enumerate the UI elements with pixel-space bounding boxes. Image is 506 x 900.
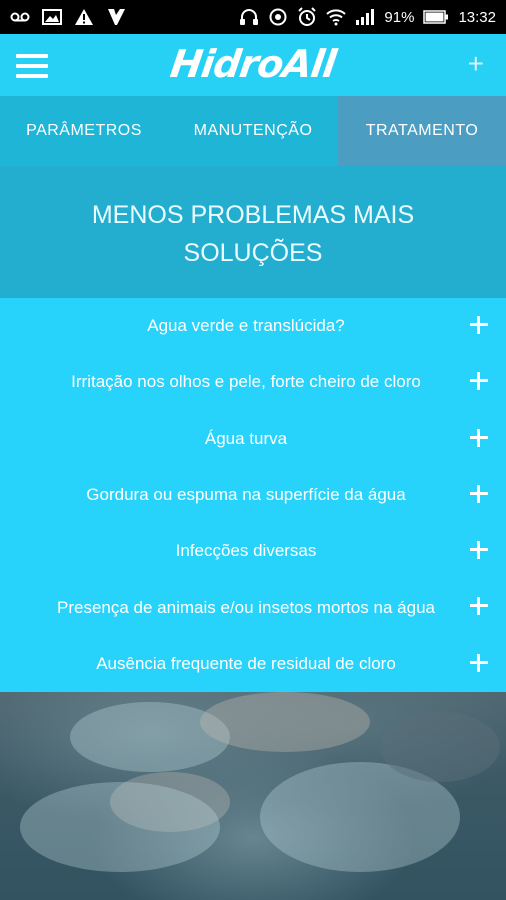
headphones-icon [239, 7, 259, 27]
app-logo: HidroAll [167, 42, 339, 86]
list-item[interactable]: Água turva [0, 411, 506, 467]
expand-plus-icon[interactable] [470, 428, 488, 447]
image-icon [42, 7, 62, 27]
section-title: MENOS PROBLEMAS MAIS SOLUÇÕES [91, 201, 415, 267]
wifi-icon [326, 7, 347, 27]
tab-manutencao[interactable]: MANUTENÇÃO [168, 96, 338, 166]
expand-plus-icon[interactable] [470, 372, 488, 391]
plus-icon[interactable]: + [468, 48, 484, 80]
warning-icon [74, 7, 94, 27]
list-item-label: Água turva [204, 428, 288, 448]
expand-plus-icon[interactable] [470, 484, 488, 503]
expand-plus-icon[interactable] [470, 541, 488, 560]
list-item-label: Agua verde e translúcida? [147, 316, 345, 336]
tab-bar: PARÂMETROS MANUTENÇÃO TRATAMENTO [0, 96, 506, 166]
problem-list: Agua verde e translúcida? Irritação nos … [0, 298, 506, 692]
list-item[interactable]: Gordura ou espuma na superfície da água [0, 467, 506, 523]
expand-plus-icon[interactable] [470, 597, 488, 616]
list-item-label: Ausência frequente de residual de cloro [96, 653, 396, 673]
battery-icon [423, 7, 449, 27]
app-bar: HidroAll + [0, 34, 506, 96]
status-bar: 91% 13:32 [0, 0, 506, 34]
list-item-label: Infecções diversas [175, 541, 317, 561]
tab-tratamento[interactable]: TRATAMENTO [338, 96, 506, 166]
expand-plus-icon[interactable] [470, 316, 488, 334]
app-icon [106, 7, 126, 27]
voicemail-icon [10, 7, 30, 27]
list-item-label: Presença de animais e/ou insetos mortos … [56, 597, 435, 617]
list-item-label: Irritação nos olhos e pele, forte cheiro… [71, 372, 421, 392]
list-item[interactable]: Presença de animais e/ou insetos mortos … [0, 579, 506, 635]
signal-icon [355, 7, 375, 27]
list-item[interactable]: Ausência frequente de residual de cloro [0, 636, 506, 692]
expand-plus-icon[interactable] [470, 653, 488, 672]
battery-percent: 91% [384, 8, 415, 26]
alarm-icon [297, 7, 317, 27]
sync-icon [268, 7, 288, 27]
list-item[interactable]: Infecções diversas [0, 523, 506, 579]
clock: 13:32 [458, 8, 496, 26]
tab-parametros[interactable]: PARÂMETROS [0, 96, 168, 166]
section-header: MENOS PROBLEMAS MAIS SOLUÇÕES [0, 166, 506, 298]
list-item-label: Gordura ou espuma na superfície da água [86, 485, 406, 505]
list-item[interactable]: Agua verde e translúcida? [0, 298, 506, 354]
list-item[interactable]: Irritação nos olhos e pele, forte cheiro… [0, 354, 506, 410]
background-pool-photo [0, 692, 506, 900]
